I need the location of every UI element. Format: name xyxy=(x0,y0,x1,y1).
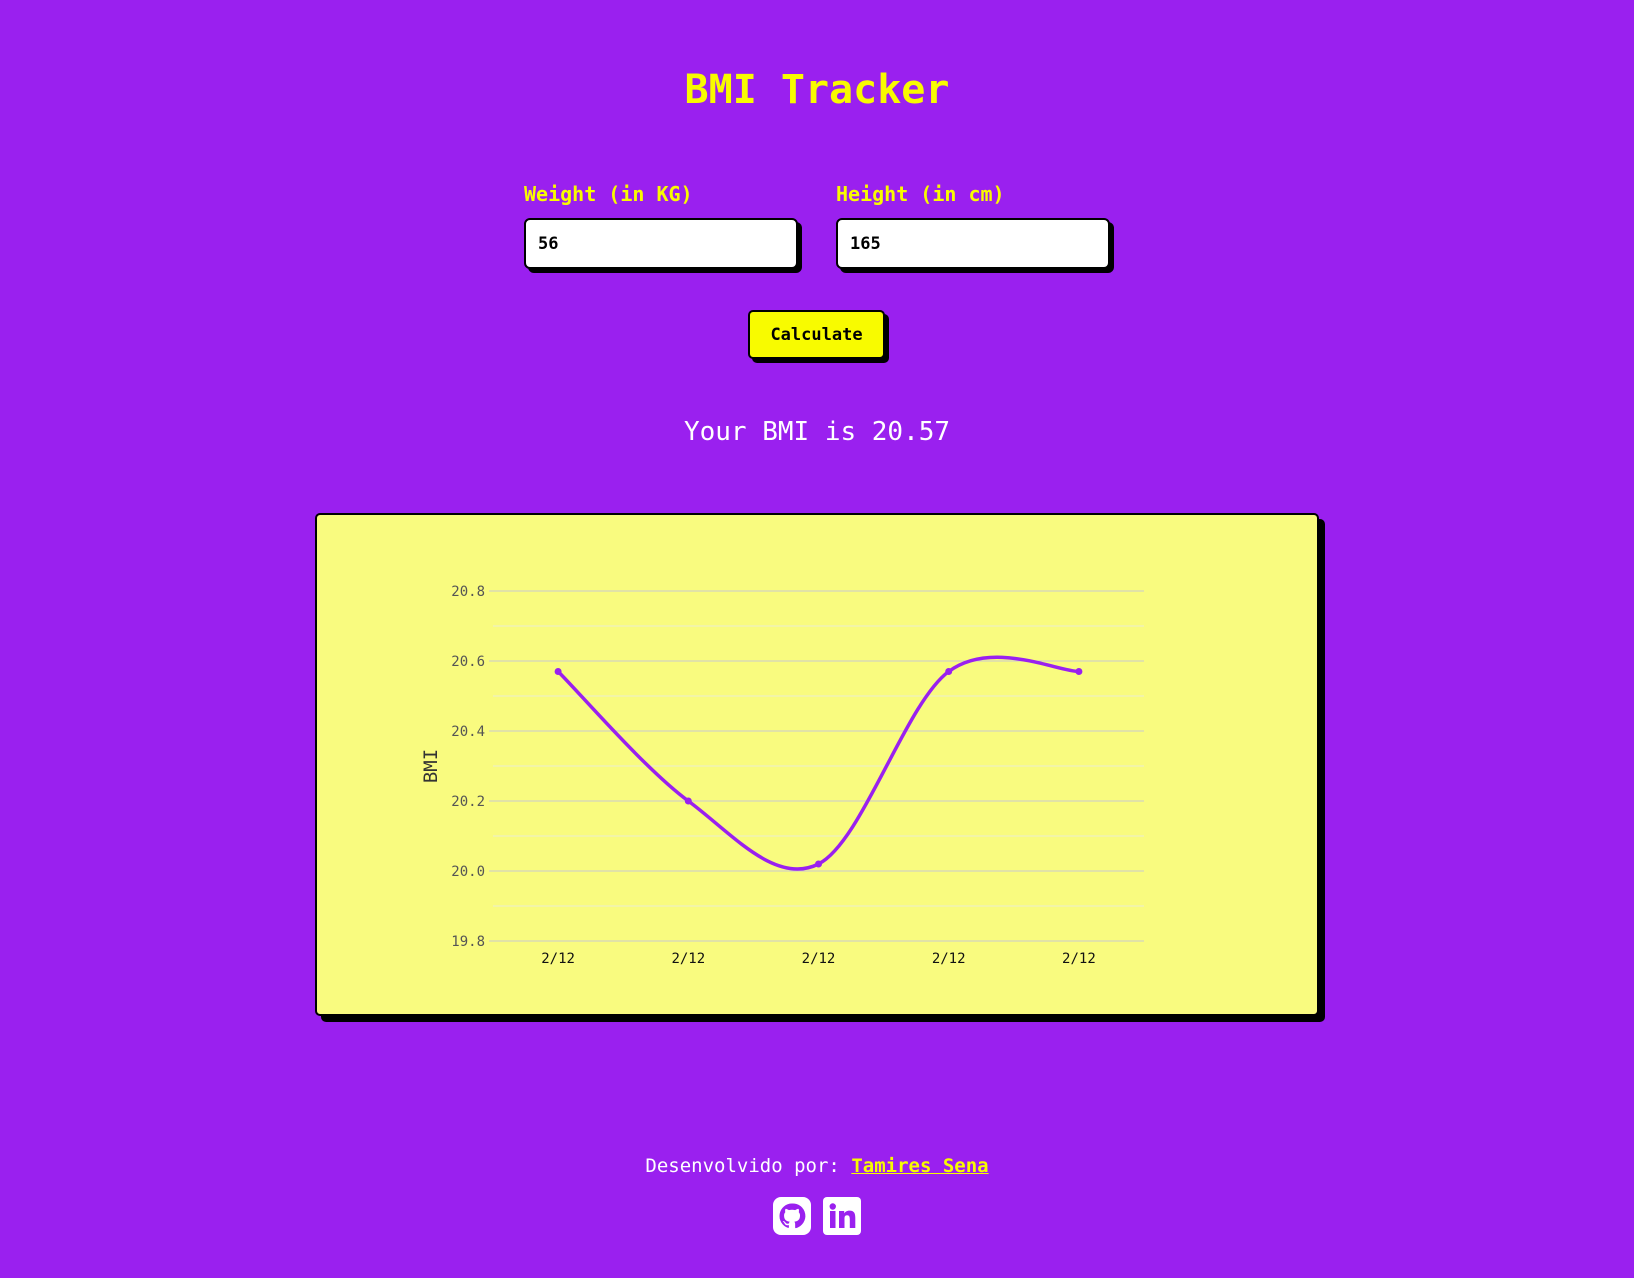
data-point xyxy=(684,797,692,805)
y-tick-label: 20.8 xyxy=(451,584,485,600)
y-tick-label: 20.2 xyxy=(451,794,485,810)
data-point xyxy=(945,668,953,675)
bmi-result: Your BMI is 20.57 xyxy=(683,417,951,447)
height-label: Height (in cm) xyxy=(836,182,1005,206)
social-links xyxy=(772,1196,864,1236)
x-tick-label: 2/12 xyxy=(1062,951,1096,967)
height-input[interactable] xyxy=(836,218,1110,269)
weight-input[interactable] xyxy=(524,218,798,269)
x-tick-label: 2/12 xyxy=(932,951,966,967)
bmi-chart-card: 20.8 20.6 20.4 20.2 20.0 19.8 2/12 2/12 2/12 2/12… xyxy=(315,513,1319,1016)
bmi-line-chart: 20.8 20.6 20.4 20.2 20.0 19.8 2/12 2/12 2/12 2/12… xyxy=(420,584,1144,967)
y-tick-label: 19.8 xyxy=(451,934,485,950)
data-point xyxy=(554,668,562,675)
y-tick-label: 20.6 xyxy=(451,654,485,670)
height-field: Height (in cm) xyxy=(836,180,1110,269)
data-point xyxy=(1075,668,1083,675)
y-axis-label: BMI xyxy=(420,749,442,783)
github-icon[interactable] xyxy=(772,1196,812,1236)
author-link[interactable]: Tamires Sena xyxy=(851,1155,988,1177)
footer-credit: Desenvolvido por: Tamires Sena xyxy=(0,1152,1634,1180)
x-tick-label: 2/12 xyxy=(802,951,836,967)
y-tick-label: 20.4 xyxy=(451,724,485,740)
weight-label: Weight (in KG) xyxy=(524,182,693,206)
calculate-button[interactable]: Calculate xyxy=(748,310,885,359)
x-tick-label: 2/12 xyxy=(671,951,705,967)
x-tick-label: 2/12 xyxy=(541,951,575,967)
data-point xyxy=(815,860,822,868)
page-title: BMI Tracker xyxy=(684,67,950,113)
weight-field: Weight (in KG) xyxy=(524,180,798,269)
linkedin-icon[interactable] xyxy=(822,1196,862,1236)
credit-prefix: Desenvolvido por: xyxy=(645,1155,840,1177)
y-tick-label: 20.0 xyxy=(451,864,485,880)
series-line-bmi xyxy=(556,655,1081,871)
